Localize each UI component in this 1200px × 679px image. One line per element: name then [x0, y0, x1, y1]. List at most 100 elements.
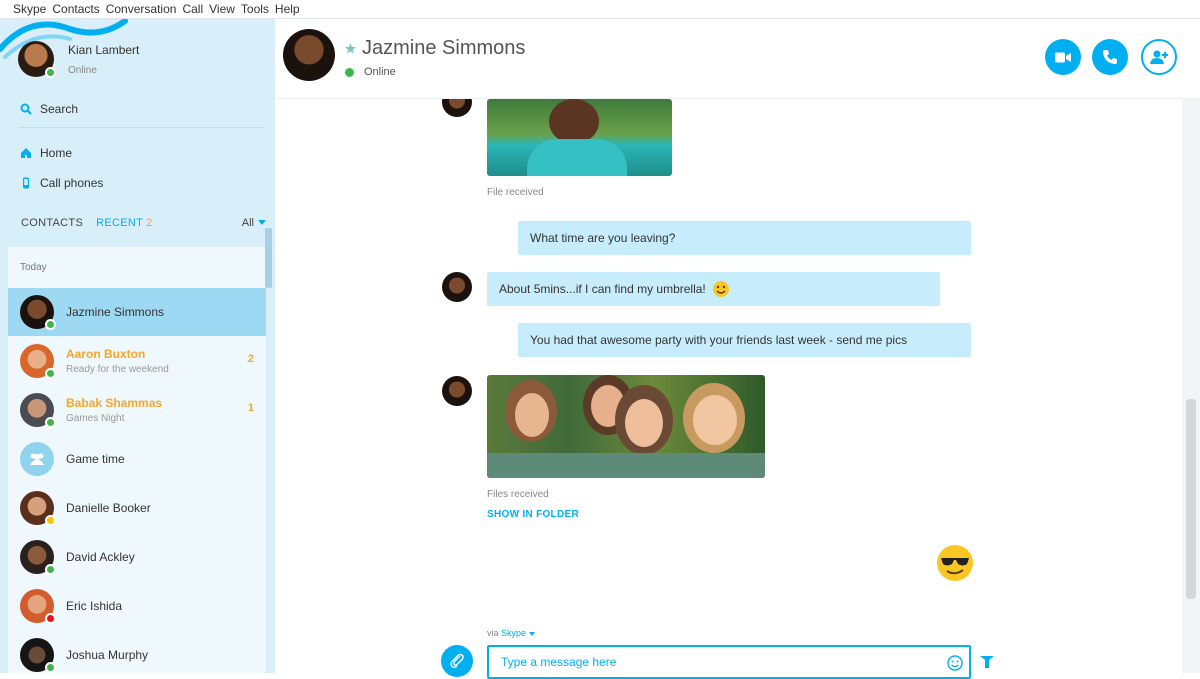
- emoticon-picker-icon[interactable]: [947, 655, 963, 671]
- via-service: Skype: [501, 628, 527, 638]
- scrollbar-thumb[interactable]: [1186, 399, 1196, 599]
- star-icon[interactable]: [345, 43, 356, 54]
- presence-online-icon: [45, 368, 56, 379]
- sender-avatar: [442, 99, 472, 117]
- audio-call-button[interactable]: [1092, 39, 1128, 75]
- contact-mood: Ready for the weekend: [66, 364, 169, 375]
- conversation-scrollbar[interactable]: [1182, 99, 1200, 673]
- search-link[interactable]: Search: [20, 102, 78, 116]
- recent-count-badge: 2: [146, 217, 153, 229]
- contact-name: Babak Shammas: [66, 396, 163, 410]
- paperclip-icon: [450, 653, 464, 669]
- my-avatar: [18, 41, 56, 78]
- contact-item-eric[interactable]: Eric Ishida: [8, 582, 266, 630]
- avatar: [20, 638, 56, 673]
- contact-name: David Ackley: [66, 550, 135, 564]
- presence-online-icon: [45, 67, 56, 78]
- message-bubble-sent[interactable]: You had that awesome party with your fri…: [518, 323, 971, 357]
- sidebar: Kian Lambert Online Search Home Call pho…: [0, 19, 275, 673]
- menu-help[interactable]: Help: [275, 2, 300, 16]
- contact-item-game-time[interactable]: Game time: [8, 435, 266, 483]
- search-icon: [20, 103, 32, 115]
- message-input[interactable]: Type a message here: [487, 645, 971, 679]
- header-avatar[interactable]: [283, 29, 335, 81]
- home-link[interactable]: Home: [20, 146, 72, 160]
- contact-item-babak[interactable]: Babak Shammas Games Night 1: [8, 386, 266, 434]
- recent-list: Today Jazmine Simmons Aaron Buxton Ready…: [8, 247, 266, 673]
- contact-name: Jazmine Simmons: [66, 305, 165, 319]
- home-label: Home: [40, 146, 73, 160]
- avatar: [20, 295, 56, 330]
- menu-tools[interactable]: Tools: [241, 2, 269, 16]
- contact-name: Game time: [66, 452, 125, 466]
- chevron-down-icon: [528, 632, 535, 636]
- tab-contacts[interactable]: CONTACTS: [21, 217, 83, 229]
- show-in-folder-link[interactable]: SHOW IN FOLDER: [487, 509, 579, 520]
- contact-item-jazmine[interactable]: Jazmine Simmons: [8, 288, 266, 336]
- contact-item-danielle[interactable]: Danielle Booker: [8, 484, 266, 532]
- umbrella-emoticon-icon: [712, 281, 729, 297]
- sender-avatar: [442, 376, 472, 406]
- menu-conversation[interactable]: Conversation: [106, 2, 177, 16]
- unread-badge: 2: [247, 353, 254, 365]
- tab-recent[interactable]: RECENT 2: [96, 217, 152, 229]
- avatar: [20, 589, 56, 624]
- menu-call[interactable]: Call: [182, 2, 203, 16]
- add-person-icon: [1150, 50, 1168, 64]
- received-photo[interactable]: [487, 99, 672, 176]
- contact-name: Eric Ishida: [66, 599, 123, 613]
- divider: [18, 127, 264, 128]
- video-call-button[interactable]: [1045, 39, 1081, 75]
- file-received-note: File received: [487, 187, 544, 198]
- send-icon[interactable]: [980, 656, 994, 668]
- contact-name: Danielle Booker: [66, 501, 151, 515]
- avatar: [20, 540, 56, 575]
- contact-status: Online: [345, 66, 396, 78]
- filter-value: All: [241, 217, 254, 229]
- message-bubble-sent[interactable]: What time are you leaving?: [518, 221, 971, 255]
- message-placeholder: Type a message here: [501, 655, 617, 669]
- section-today: Today: [20, 262, 47, 273]
- chevron-down-icon: [258, 220, 266, 225]
- menu-contacts[interactable]: Contacts: [52, 2, 99, 16]
- add-participant-button[interactable]: [1141, 39, 1177, 75]
- presence-online-icon: [45, 662, 56, 673]
- sunglasses-emoticon-icon: [937, 545, 973, 581]
- contact-title: Jazmine Simmons: [345, 37, 525, 60]
- attach-button[interactable]: [441, 645, 473, 677]
- my-status[interactable]: Online: [68, 65, 139, 76]
- presence-online-icon: [45, 319, 56, 330]
- call-phones-label: Call phones: [40, 176, 104, 190]
- contact-item-aaron[interactable]: Aaron Buxton Ready for the weekend 2: [8, 337, 266, 385]
- search-label: Search: [40, 102, 79, 116]
- phone-icon: [23, 177, 29, 189]
- menu-view[interactable]: View: [209, 2, 235, 16]
- via-prefix: via: [487, 628, 499, 638]
- avatar: [20, 491, 56, 526]
- presence-busy-icon: [45, 613, 56, 624]
- contact-name: Aaron Buxton: [66, 347, 146, 361]
- group-icon: [30, 453, 44, 465]
- message-bubble-received[interactable]: About 5mins...if I can find my umbrella!: [487, 272, 940, 306]
- contact-name: Joshua Murphy: [66, 648, 149, 662]
- contact-title-name: Jazmine Simmons: [362, 37, 526, 59]
- via-service-selector[interactable]: via Skype: [487, 628, 535, 638]
- presence-online-icon: [345, 67, 354, 77]
- contact-status-text: Online: [364, 66, 396, 78]
- my-profile[interactable]: Kian Lambert Online: [18, 41, 139, 78]
- phone-icon: [1103, 50, 1117, 64]
- contact-item-david[interactable]: David Ackley: [8, 533, 266, 581]
- group-avatar: [20, 442, 54, 476]
- contact-mood: Games Night: [66, 413, 125, 424]
- unread-badge: 1: [247, 402, 254, 414]
- contact-item-joshua[interactable]: Joshua Murphy: [8, 631, 266, 673]
- avatar: [20, 344, 56, 379]
- contact-tabs: CONTACTS RECENT 2 All: [21, 217, 266, 229]
- filter-dropdown[interactable]: All: [242, 217, 266, 229]
- received-photos-group[interactable]: [487, 375, 765, 478]
- video-camera-icon: [1055, 52, 1071, 62]
- sidebar-scrollbar[interactable]: [265, 228, 272, 288]
- menu-skype[interactable]: Skype: [13, 2, 46, 16]
- call-phones-link[interactable]: Call phones: [20, 176, 103, 190]
- presence-online-icon: [45, 417, 56, 428]
